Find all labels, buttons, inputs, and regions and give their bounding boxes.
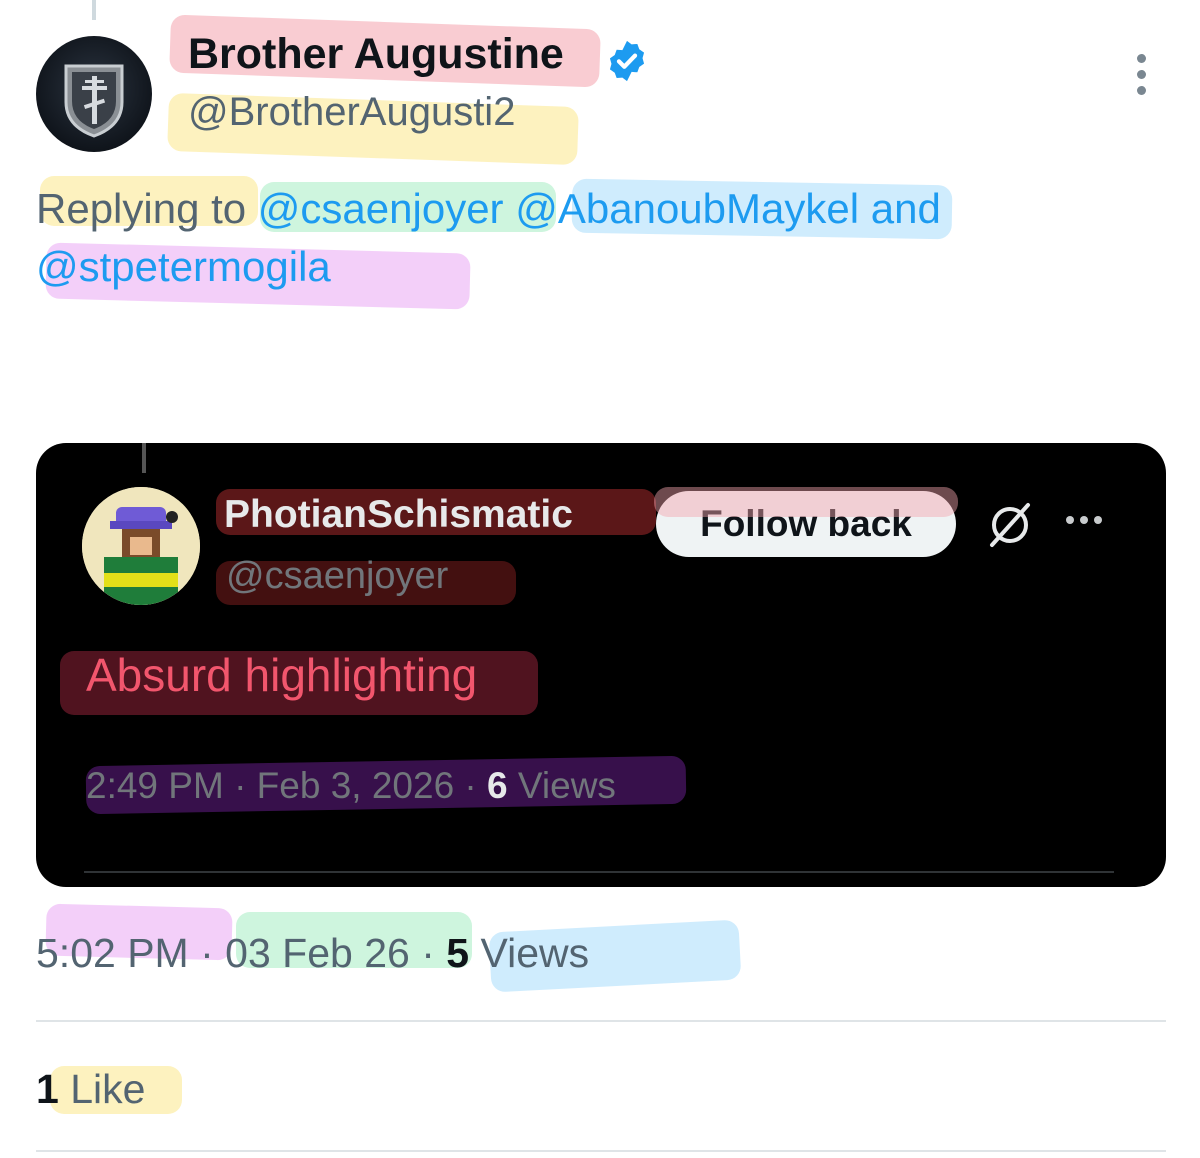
more-horizontal-icon[interactable]	[1066, 511, 1114, 531]
mention-link[interactable]: @AbanoubMaykel	[515, 185, 859, 232]
view-count: 5	[446, 930, 470, 976]
quoted-tweet-meta: 2:49 PM · Feb 3, 2026 · 6 Views	[86, 765, 616, 807]
meta-separator: ·	[421, 930, 435, 976]
quoted-author-avatar[interactable]	[82, 487, 200, 605]
quoted-views-label: Views	[517, 765, 616, 806]
quoted-author-name[interactable]: PhotianSchismatic	[224, 493, 573, 537]
author-handle[interactable]: @BrotherAugusti2	[188, 90, 515, 135]
tweet-meta: 5:02 PM · 03 Feb 26 · 5 Views	[36, 930, 589, 977]
quoted-divider	[84, 871, 1114, 873]
quoted-tweet-image[interactable]: PhotianSchismatic @csaenjoyer Follow bac…	[36, 443, 1166, 887]
thread-connector-line	[142, 443, 146, 473]
like-label: Like	[70, 1066, 146, 1112]
views-label[interactable]: Views	[481, 930, 590, 976]
divider	[36, 1150, 1166, 1152]
replying-to-line: Replying to @csaenjoyer @AbanoubMaykel a…	[36, 180, 1156, 296]
divider	[36, 1020, 1166, 1022]
grok-icon[interactable]	[984, 499, 1036, 551]
meta-separator: ·	[200, 930, 214, 976]
thread-connector-line	[92, 0, 96, 20]
author-avatar[interactable]	[36, 36, 152, 152]
quoted-view-count: 6	[487, 765, 508, 806]
shield-cross-logo	[64, 64, 124, 138]
and-word: and	[859, 185, 941, 232]
highlight-red-button	[654, 487, 958, 517]
likes-count-link[interactable]: 1 Like	[36, 1066, 145, 1113]
mention-link[interactable]: @stpetermogila	[36, 243, 331, 290]
replying-prefix: Replying to	[36, 185, 258, 232]
cartoon-character-avatar	[82, 487, 200, 605]
like-count: 1	[36, 1066, 59, 1112]
mention-link[interactable]: @csaenjoyer	[258, 185, 504, 232]
tweet-date[interactable]: 03 Feb 26	[225, 930, 410, 976]
verified-badge-icon	[609, 40, 645, 82]
quoted-author-handle[interactable]: @csaenjoyer	[226, 555, 448, 598]
quoted-tweet-text: Absurd highlighting	[86, 649, 478, 701]
more-vertical-icon[interactable]	[1128, 54, 1154, 100]
tweet-time[interactable]: 5:02 PM	[36, 930, 189, 976]
author-name[interactable]: Brother Augustine	[188, 30, 564, 79]
quoted-time-date: 2:49 PM · Feb 3, 2026 ·	[86, 765, 488, 806]
